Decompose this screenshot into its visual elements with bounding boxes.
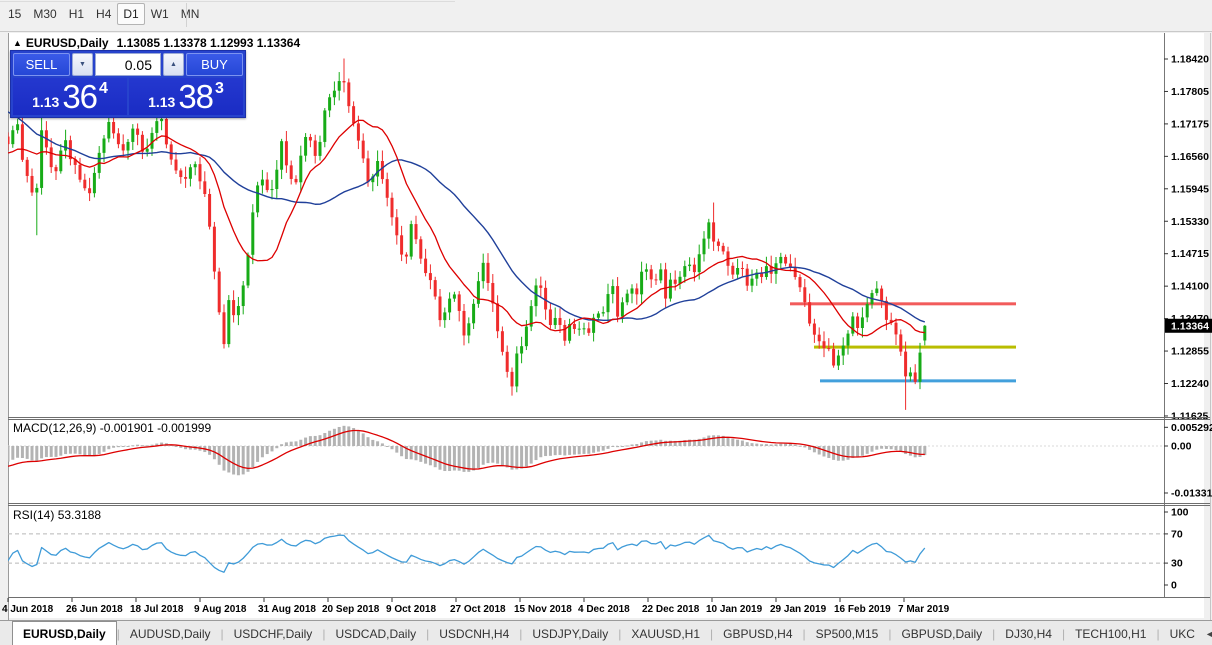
timeframe-toolbar: 15 M30 H1 H4 D1 W1 MN bbox=[0, 0, 1212, 32]
date-axis-label: 7 Mar 2019 bbox=[898, 604, 950, 615]
price-axis-label: 1.14100 bbox=[1171, 281, 1209, 293]
chart-tab-USDCAD-Daily[interactable]: USDCAD,Daily bbox=[325, 621, 426, 645]
sell-price-base: 1.13 bbox=[32, 94, 60, 110]
date-axis-label: 9 Aug 2018 bbox=[194, 604, 247, 615]
macd-indicator-label: MACD(12,26,9) -0.001901 -0.001999 bbox=[13, 421, 211, 435]
toolbar-top-edge bbox=[0, 1, 455, 2]
chart-tab-USDCNH-H4[interactable]: USDCNH,H4 bbox=[429, 621, 519, 645]
chart-tab-AUDUSD-Daily[interactable]: AUDUSD,Daily bbox=[120, 621, 221, 645]
price-axis-label: 1.17805 bbox=[1171, 86, 1209, 98]
date-axis-label: 15 Nov 2018 bbox=[514, 604, 572, 615]
date-axis-label: 27 Oct 2018 bbox=[450, 604, 506, 615]
chart-tab-DJ30-H4[interactable]: DJ30,H4 bbox=[995, 621, 1062, 645]
chart-tab-SP500-M15[interactable]: SP500,M15 bbox=[806, 621, 889, 645]
buy-price-base: 1.13 bbox=[148, 94, 176, 110]
date-axis-label: 22 Dec 2018 bbox=[642, 604, 700, 615]
date-axis-label: 29 Jan 2019 bbox=[770, 604, 827, 615]
date-axis-label: 31 Aug 2018 bbox=[258, 604, 316, 615]
date-axis-label: 20 Sep 2018 bbox=[322, 604, 380, 615]
rsi-axis-label: 0 bbox=[1171, 580, 1177, 592]
lot-decrease-button[interactable]: ▼ bbox=[72, 53, 93, 76]
buy-price-big: 38 bbox=[178, 78, 214, 115]
chart-tab-GBPUSD-H4[interactable]: GBPUSD,H4 bbox=[713, 621, 802, 645]
date-axis-label: 26 Jun 2018 bbox=[66, 604, 123, 615]
sell-price-sup: 4 bbox=[99, 80, 108, 97]
date-axis-label: 10 Jan 2019 bbox=[706, 604, 763, 615]
rsi-indicator-label: RSI(14) 53.3188 bbox=[13, 508, 101, 522]
chart-tab-UKC[interactable]: UKC bbox=[1160, 621, 1205, 645]
rsi-axis-label: 100 bbox=[1171, 507, 1189, 519]
buy-price-sup: 3 bbox=[215, 80, 224, 97]
timeframe-button-W1[interactable]: W1 bbox=[145, 3, 175, 25]
sell-price-quote[interactable]: 1.13 36 4 bbox=[13, 78, 127, 115]
tabs-left-pad bbox=[0, 621, 12, 645]
timeframe-button-15[interactable]: 15 bbox=[2, 3, 27, 25]
timeframe-button-H4[interactable]: H4 bbox=[90, 3, 117, 25]
price-axis-label: 1.12240 bbox=[1171, 378, 1209, 390]
one-click-trade-panel: SELL ▼ ▲ BUY 1.13 36 4 1.13 38 3 bbox=[10, 50, 246, 118]
macd-values: -0.001901 -0.001999 bbox=[99, 421, 212, 435]
price-axis-label: 1.15330 bbox=[1171, 216, 1209, 228]
price-axis-label: 1.18420 bbox=[1171, 54, 1209, 66]
date-axis-label: 9 Oct 2018 bbox=[386, 604, 436, 615]
price-axis-label: 1.12855 bbox=[1171, 346, 1209, 358]
rsi-name: RSI(14) bbox=[13, 508, 55, 522]
rsi-value: 53.3188 bbox=[57, 508, 102, 522]
sell-button[interactable]: SELL bbox=[13, 53, 70, 76]
sell-price-big: 36 bbox=[62, 78, 98, 115]
date-axis-label: 4 Dec 2018 bbox=[578, 604, 630, 615]
macd-name: MACD(12,26,9) bbox=[13, 421, 97, 435]
chart-title-ohlc: 1.13085 1.13378 1.12993 1.13364 bbox=[116, 36, 301, 50]
price-axis-label: 1.11625 bbox=[1171, 410, 1209, 422]
buy-button[interactable]: BUY bbox=[186, 53, 243, 76]
chart-title-symbol: EURUSD,Daily bbox=[25, 36, 109, 50]
toolbar-separator bbox=[186, 3, 187, 27]
chart-tab-USDJPY-Daily[interactable]: USDJPY,Daily bbox=[522, 621, 618, 645]
lot-increase-button[interactable]: ▲ bbox=[163, 53, 184, 76]
rsi-axis-label: 70 bbox=[1171, 528, 1183, 540]
timeframe-button-D1[interactable]: D1 bbox=[117, 3, 145, 25]
date-axis-label: 18 Jul 2018 bbox=[130, 604, 184, 615]
macd-axis-label: 0.00 bbox=[1171, 441, 1192, 453]
collapse-triangle-icon[interactable]: ▲ bbox=[13, 38, 22, 48]
price-axis-label: 1.14715 bbox=[1171, 248, 1209, 260]
date-axis-label: 16 Feb 2019 bbox=[834, 604, 891, 615]
price-axis-label: 1.16560 bbox=[1171, 151, 1209, 163]
lot-size-input[interactable] bbox=[95, 53, 161, 76]
tab-scroll-left-icon[interactable]: ◄ bbox=[1205, 629, 1212, 639]
timeframe-button-M30[interactable]: M30 bbox=[27, 3, 62, 25]
tab-scroll-buttons: ◄ ► bbox=[1205, 621, 1212, 645]
chart-title: ▲ EURUSD,Daily 1.13085 1.13378 1.12993 1.1… bbox=[13, 36, 300, 50]
macd-axis-label: -0.01331 bbox=[1171, 487, 1212, 499]
timeframe-button-H1[interactable]: H1 bbox=[63, 3, 90, 25]
chart-tab-GBPUSD-Daily[interactable]: GBPUSD,Daily bbox=[891, 621, 992, 645]
chart-tab-XAUUSD-H1[interactable]: XAUUSD,H1 bbox=[621, 621, 710, 645]
buy-price-quote[interactable]: 1.13 38 3 bbox=[129, 78, 243, 115]
price-axis-label: 1.15945 bbox=[1171, 183, 1209, 195]
chart-tab-USDCHF-Daily[interactable]: USDCHF,Daily bbox=[224, 621, 323, 645]
current-price-text: 1.13364 bbox=[1171, 320, 1209, 332]
timeframe-button-MN[interactable]: MN bbox=[175, 3, 206, 25]
date-axis-label: 4 Jun 2018 bbox=[2, 604, 54, 615]
price-axis-label: 1.17175 bbox=[1171, 118, 1209, 130]
macd-axis-label: 0.005292 bbox=[1171, 422, 1212, 434]
chart-tabs-bar: EURUSD,Daily | AUDUSD,Daily | USDCHF,Daily | U… bbox=[0, 620, 1212, 645]
chart-tab-EURUSD-Daily[interactable]: EURUSD,Daily bbox=[12, 621, 117, 645]
rsi-axis-label: 30 bbox=[1171, 558, 1183, 570]
chart-tab-TECH100-H1[interactable]: TECH100,H1 bbox=[1065, 621, 1156, 645]
platform-window: 1.18420 1.17805 1.17175 1.16560 1.15945 1.153… bbox=[0, 0, 1212, 645]
